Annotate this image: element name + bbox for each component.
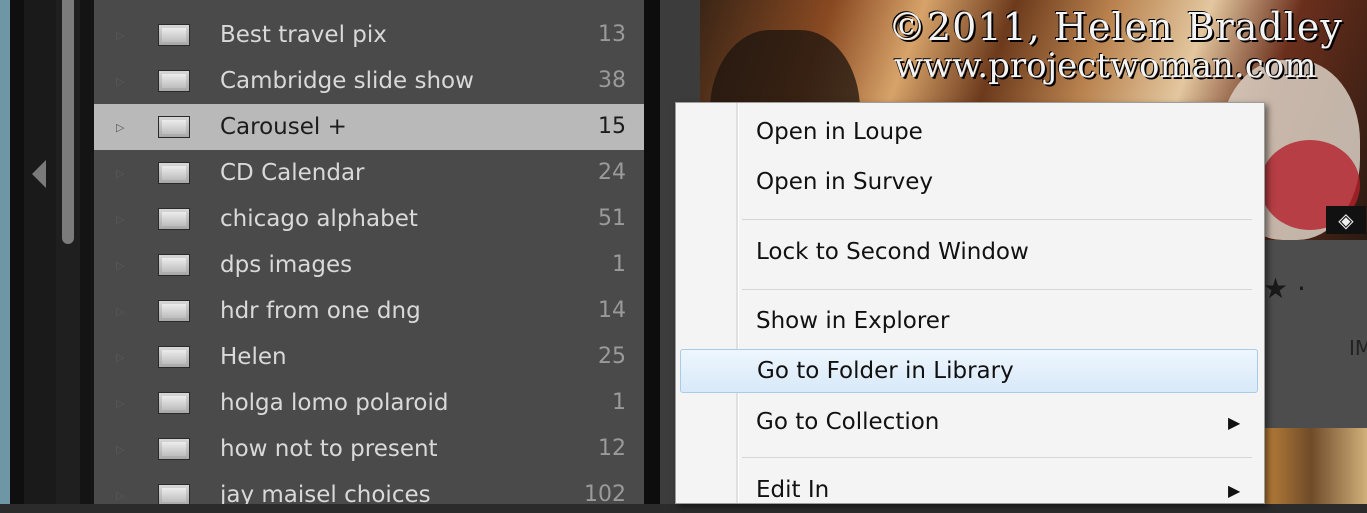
collection-folder-icon [158, 70, 190, 92]
collection-name: how not to present [220, 436, 438, 462]
expander-icon[interactable]: ▷ [116, 305, 124, 318]
menu-item-go-to-folder-in-library[interactable]: Go to Folder in Library [680, 349, 1258, 393]
expander-icon[interactable]: ▷ [116, 443, 124, 456]
menu-separator [742, 457, 1252, 458]
collection-name: Helen [220, 344, 287, 370]
collection-row[interactable]: ▷ Cambridge slide show 38 [94, 58, 644, 104]
collapse-panel-button[interactable] [24, 0, 56, 504]
copyright-watermark: ©2011, Helen Bradley www.projectwoman.co… [888, 6, 1343, 84]
collection-name: holga lomo polaroid [220, 390, 449, 416]
collection-row[interactable]: ▷ jay maisel choices 102 [94, 472, 644, 504]
panel-gap [80, 0, 94, 504]
collection-count: 38 [598, 68, 626, 93]
collection-count: 51 [598, 206, 626, 231]
expander-icon[interactable]: ▷ [116, 397, 124, 410]
tag-icon[interactable]: ◈ [1326, 206, 1366, 234]
submenu-arrow-icon: ▶ [1228, 413, 1241, 432]
menu-item-label: Edit In [756, 477, 830, 503]
collection-name: Best travel pix [220, 22, 387, 48]
menu-item-label: Open in Survey [756, 169, 934, 195]
collection-row-selected[interactable]: ▷ Carousel + 15 [94, 104, 644, 150]
collection-name: hdr from one dng [220, 298, 421, 324]
collection-folder-icon [158, 392, 190, 414]
star-rating-icon[interactable]: ★ · [1263, 272, 1306, 305]
collection-name: Cambridge slide show [220, 68, 474, 94]
menu-separator [742, 219, 1252, 220]
collection-count: 13 [598, 22, 626, 47]
expander-icon[interactable]: ▷ [116, 213, 124, 226]
menu-item-label: Open in Loupe [756, 119, 923, 145]
submenu-arrow-icon: ▶ [1228, 481, 1241, 500]
filmstrip-cell: ★ · IM [1255, 240, 1367, 504]
menu-item-open-in-loupe[interactable]: Open in Loupe [680, 111, 1258, 155]
context-menu: Open in Loupe Open in Survey Lock to Sec… [675, 102, 1265, 504]
collections-list: ▷ Best travel pix 13 ▷ Cambridge slide s… [94, 0, 644, 504]
collection-folder-icon [158, 24, 190, 46]
menu-separator [742, 289, 1252, 290]
collection-count: 24 [598, 160, 626, 185]
menu-item-go-to-collection[interactable]: Go to Collection ▶ [680, 401, 1258, 445]
menu-item-label: Show in Explorer [756, 308, 950, 334]
photo-thumbnail[interactable] [1255, 428, 1367, 504]
collection-row[interactable]: ▷ hdr from one dng 14 [94, 288, 644, 334]
scrollbar-thumb[interactable] [62, 0, 74, 244]
collection-count: 12 [598, 436, 626, 461]
collection-folder-icon [158, 116, 190, 138]
left-border [10, 0, 24, 504]
collection-row[interactable]: ▷ holga lomo polaroid 1 [94, 380, 644, 426]
collection-count: 102 [584, 482, 626, 504]
menu-item-open-in-survey[interactable]: Open in Survey [680, 161, 1258, 205]
menu-item-edit-in[interactable]: Edit In ▶ [680, 469, 1258, 513]
collection-count: 1 [612, 252, 626, 277]
collection-folder-icon [158, 208, 190, 230]
collection-row[interactable]: ▷ CD Calendar 24 [94, 150, 644, 196]
panel-divider [644, 0, 660, 504]
collection-row[interactable]: ▷ dps images 1 [94, 242, 644, 288]
collection-folder-icon [158, 438, 190, 460]
collection-count: 15 [598, 114, 626, 139]
expander-icon[interactable]: ▷ [116, 351, 124, 364]
collection-count: 14 [598, 298, 626, 323]
menu-item-label: Go to Folder in Library [757, 358, 1014, 384]
collection-folder-icon [158, 484, 190, 504]
left-triangle-icon [32, 160, 46, 188]
collection-count: 1 [612, 390, 626, 415]
collection-name: chicago alphabet [220, 206, 418, 232]
expander-icon[interactable]: ▷ [116, 121, 124, 134]
menu-item-label: Go to Collection [756, 409, 940, 435]
collection-name: jay maisel choices [220, 482, 431, 504]
cell-label: IM [1349, 336, 1367, 360]
menu-item-show-in-explorer[interactable]: Show in Explorer [680, 300, 1258, 344]
collection-count: 25 [598, 344, 626, 369]
collection-name: Carousel + [220, 114, 347, 140]
expander-icon[interactable]: ▷ [116, 29, 124, 42]
collection-row[interactable]: ▷ chicago alphabet 51 [94, 196, 644, 242]
expander-icon[interactable]: ▷ [116, 75, 124, 88]
collection-name: CD Calendar [220, 160, 365, 186]
collection-folder-icon [158, 300, 190, 322]
window-edge [0, 0, 10, 504]
collection-row[interactable]: ▷ Best travel pix 13 [94, 12, 644, 58]
collection-name: dps images [220, 252, 353, 278]
collection-folder-icon [158, 346, 190, 368]
collection-folder-icon [158, 162, 190, 184]
expander-icon[interactable]: ▷ [116, 489, 124, 502]
menu-item-label: Lock to Second Window [756, 239, 1029, 265]
menu-item-lock-to-second-window[interactable]: Lock to Second Window [680, 231, 1258, 275]
collection-row[interactable]: ▷ Helen 25 [94, 334, 644, 380]
collection-folder-icon [158, 254, 190, 276]
expander-icon[interactable]: ▷ [116, 259, 124, 272]
expander-icon[interactable]: ▷ [116, 167, 124, 180]
watermark-line: ©2011, Helen Bradley [888, 5, 1343, 49]
collection-row[interactable]: ▷ how not to present 12 [94, 426, 644, 472]
watermark-line: www.projectwoman.com [894, 46, 1317, 86]
